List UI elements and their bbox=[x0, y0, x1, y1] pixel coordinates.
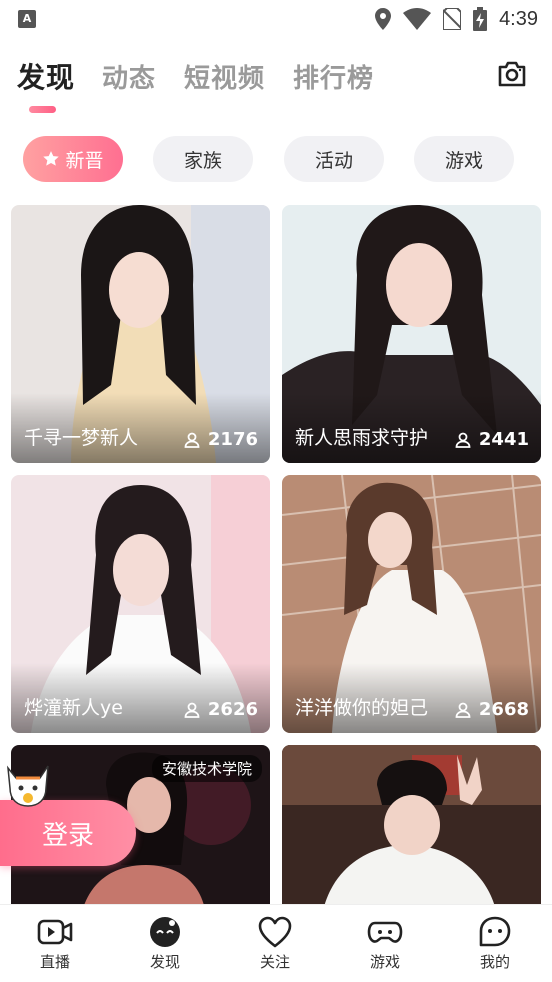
chip-label: 游戏 bbox=[444, 149, 483, 172]
person-icon bbox=[184, 432, 200, 448]
chip-activity[interactable]: 活动 bbox=[284, 136, 384, 182]
wifi-icon bbox=[403, 8, 432, 30]
camera-icon[interactable] bbox=[496, 58, 528, 90]
viewer-count-value: 2626 bbox=[207, 699, 258, 720]
tab-discover[interactable]: 发现 bbox=[17, 56, 75, 96]
stream-card[interactable]: 烨潼新人ye 2626 bbox=[11, 475, 270, 733]
battery-charging-icon bbox=[473, 7, 488, 31]
category-chips: 新晋 家族 活动 游戏 bbox=[0, 136, 552, 184]
chip-label: 活动 bbox=[314, 149, 353, 172]
chip-games[interactable]: 游戏 bbox=[414, 136, 514, 182]
person-icon bbox=[455, 702, 471, 718]
nav-live[interactable]: 直播 bbox=[0, 905, 110, 982]
viewer-count: 2176 bbox=[184, 429, 258, 450]
viewer-count-value: 2668 bbox=[478, 699, 529, 720]
active-tab-indicator bbox=[29, 106, 56, 113]
heart-icon bbox=[258, 916, 292, 948]
stream-title: 千寻一梦新人 bbox=[24, 427, 139, 449]
nav-label: 直播 bbox=[39, 953, 70, 971]
no-sim-icon bbox=[443, 8, 462, 30]
viewer-count-value: 2176 bbox=[207, 429, 258, 450]
stream-card[interactable]: 洋洋做你的妲己 2668 bbox=[282, 475, 541, 733]
stream-card[interactable] bbox=[282, 745, 541, 915]
nav-label: 发现 bbox=[149, 953, 180, 971]
person-icon bbox=[184, 702, 200, 718]
discover-face-icon bbox=[150, 917, 180, 947]
stream-thumbnail bbox=[282, 745, 541, 915]
chip-label: 新晋 bbox=[65, 149, 104, 172]
top-tab-bar: 发现 动态 短视频 排行榜 bbox=[0, 52, 552, 98]
live-video-icon bbox=[37, 919, 73, 945]
stream-card[interactable]: 新人思雨求守护 2441 bbox=[282, 205, 541, 463]
stream-tag: 安徽技术学院 bbox=[151, 755, 262, 782]
stream-title: 洋洋做你的妲己 bbox=[295, 697, 429, 719]
stream-card[interactable]: 千寻一梦新人 2176 bbox=[11, 205, 270, 463]
login-button[interactable]: 登录 bbox=[0, 800, 136, 866]
tab-leaderboard[interactable]: 排行榜 bbox=[293, 58, 374, 95]
app-badge-icon: A bbox=[18, 10, 36, 28]
viewer-count-value: 2441 bbox=[478, 429, 529, 450]
bottom-nav-bar: 直播 发现 关注 游戏 我的 bbox=[0, 904, 552, 981]
viewer-count: 2441 bbox=[455, 429, 529, 450]
gamepad-icon bbox=[367, 921, 403, 943]
person-icon bbox=[455, 432, 471, 448]
nav-games[interactable]: 游戏 bbox=[330, 905, 440, 982]
star-icon bbox=[43, 151, 60, 166]
status-bar: A 4:39 bbox=[0, 0, 552, 38]
nav-discover[interactable]: 发现 bbox=[110, 905, 220, 982]
nav-mine[interactable]: 我的 bbox=[440, 905, 550, 982]
nav-label: 游戏 bbox=[369, 953, 400, 971]
profile-ghost-icon bbox=[479, 916, 511, 947]
chip-label: 家族 bbox=[183, 149, 222, 172]
cat-mascot-icon[interactable] bbox=[2, 758, 54, 808]
chip-new[interactable]: 新晋 bbox=[23, 136, 123, 182]
nav-label: 关注 bbox=[259, 953, 290, 971]
tab-short-video[interactable]: 短视频 bbox=[184, 58, 265, 95]
chip-family[interactable]: 家族 bbox=[153, 136, 253, 182]
viewer-count: 2668 bbox=[455, 699, 529, 720]
nav-label: 我的 bbox=[479, 953, 510, 971]
stream-title: 新人思雨求守护 bbox=[295, 427, 429, 449]
viewer-count: 2626 bbox=[184, 699, 258, 720]
clock: 4:39 bbox=[499, 7, 538, 30]
tab-feed[interactable]: 动态 bbox=[102, 58, 156, 95]
location-icon bbox=[375, 8, 392, 30]
nav-follow[interactable]: 关注 bbox=[220, 905, 330, 982]
status-icons: 4:39 bbox=[375, 6, 538, 32]
stream-title: 烨潼新人ye bbox=[24, 697, 123, 719]
